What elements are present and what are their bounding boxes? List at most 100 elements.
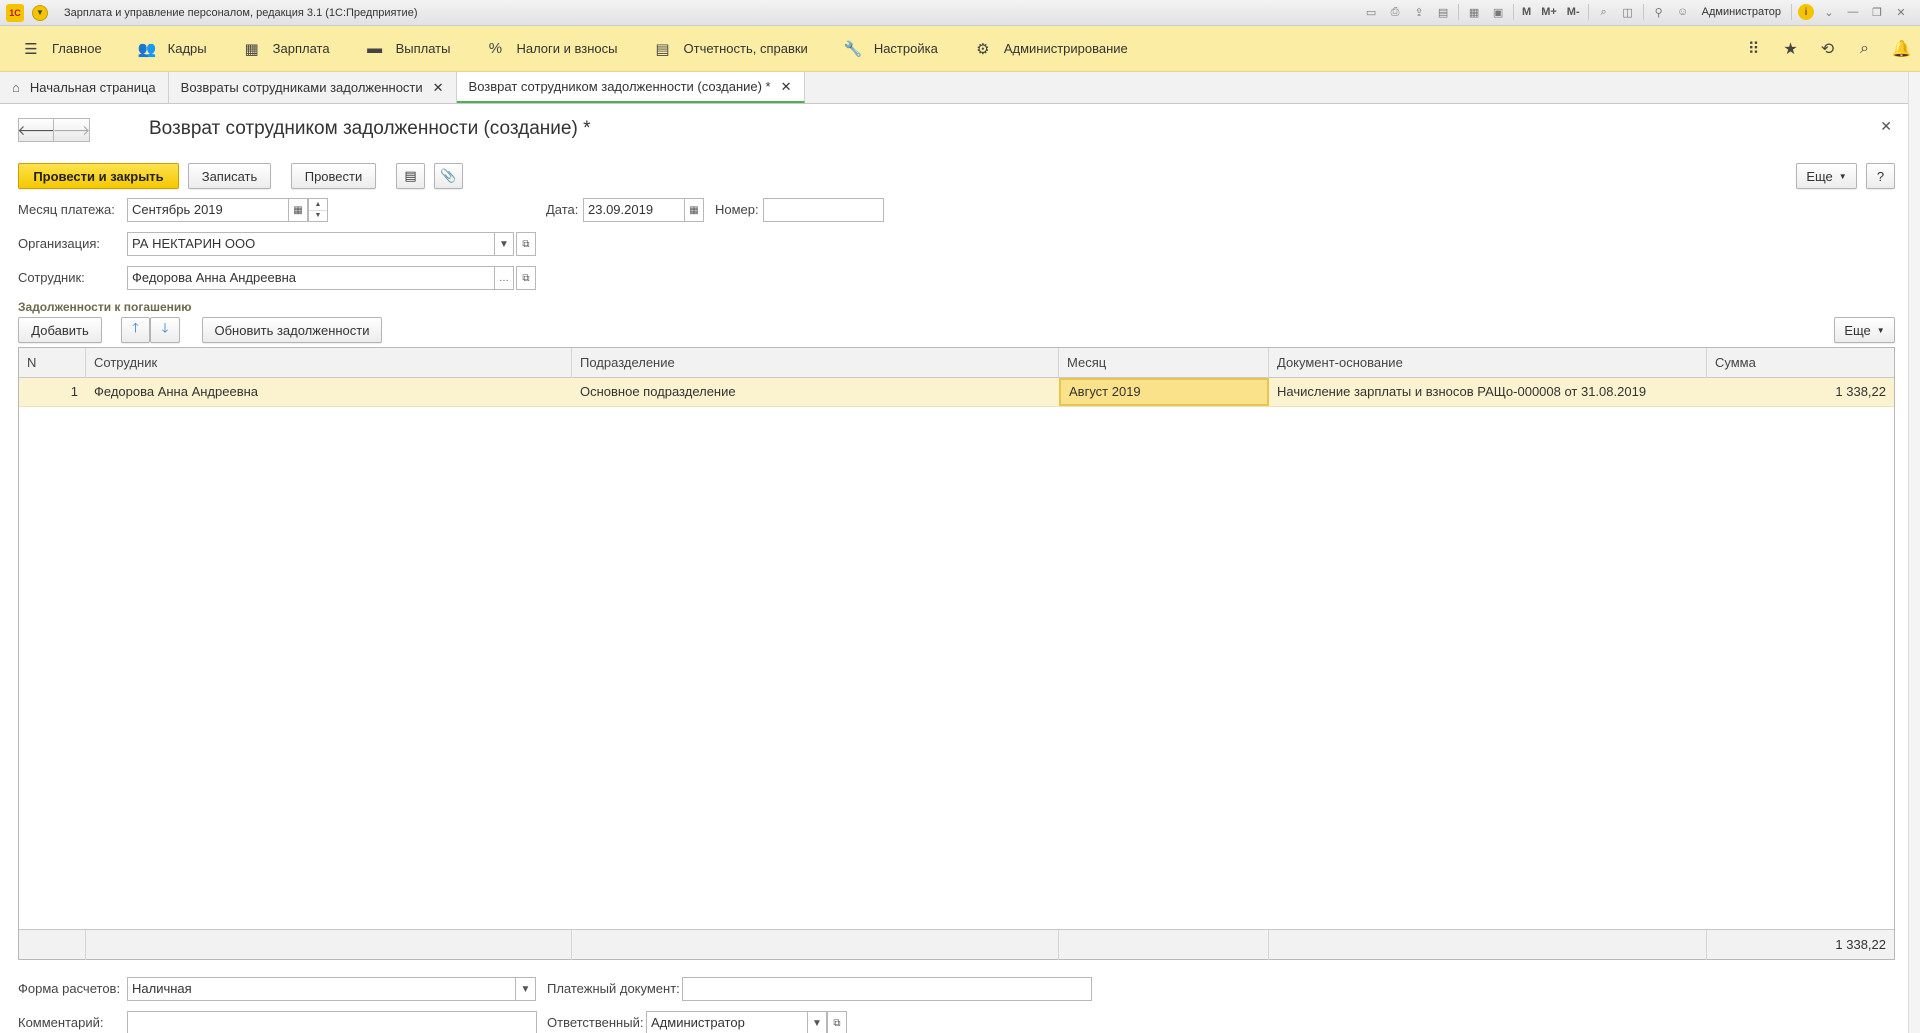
section-label: Отчетность, справки bbox=[683, 41, 808, 56]
organization-field[interactable]: РА НЕКТАРИН ООО bbox=[127, 232, 495, 256]
document-icon[interactable]: ▤ bbox=[1434, 3, 1452, 21]
current-user[interactable]: Администратор bbox=[1702, 6, 1781, 18]
settings-icon[interactable]: ⚲ bbox=[1650, 3, 1668, 21]
close-icon[interactable]: ✕ bbox=[433, 80, 444, 96]
cell-month[interactable]: Август 2019 bbox=[1059, 378, 1269, 406]
spin-down-icon[interactable]: ▼ bbox=[309, 209, 327, 222]
section-salary[interactable]: ▦ Зарплата bbox=[223, 26, 346, 72]
payment-month-field[interactable]: Сентябрь 2019 bbox=[127, 198, 289, 222]
section-label: Выплаты bbox=[395, 41, 451, 56]
tab-debt-returns-list[interactable]: Возвраты сотрудниками задолженности ✕ bbox=[168, 72, 457, 103]
move-down-button[interactable]: 🡓 bbox=[150, 317, 180, 343]
move-up-button[interactable]: 🡑 bbox=[121, 317, 150, 343]
table-row[interactable]: 1 Федорова Анна Андреевна Основное подра… bbox=[19, 378, 1894, 407]
column-header-document[interactable]: Документ-основание bbox=[1269, 348, 1707, 378]
section-hr[interactable]: 👥 Кадры bbox=[118, 26, 223, 72]
info-icon[interactable]: i bbox=[1798, 4, 1814, 20]
zoom-icon[interactable]: ⌕ bbox=[1595, 3, 1613, 21]
table-more-button[interactable]: Еще ▼ bbox=[1834, 317, 1895, 343]
history-icon[interactable]: ⟲ bbox=[1809, 26, 1846, 72]
organization-dropdown-button[interactable]: ▼ bbox=[494, 232, 514, 256]
notifications-icon[interactable]: 🔔 bbox=[1883, 26, 1920, 72]
payment-form-field[interactable]: Наличная bbox=[127, 977, 516, 1001]
column-header-employee[interactable]: Сотрудник bbox=[86, 348, 572, 378]
attach-button[interactable]: 📎 bbox=[434, 163, 463, 189]
back-button[interactable]: 🡐 bbox=[17, 118, 55, 142]
organization-open-button[interactable]: ⧉ bbox=[516, 232, 536, 256]
number-field[interactable] bbox=[763, 198, 884, 222]
vertical-scrollbar[interactable] bbox=[1908, 72, 1920, 1033]
favorites-icon[interactable]: ★ bbox=[1772, 26, 1809, 72]
refresh-debts-button[interactable]: Обновить задолженности bbox=[202, 317, 382, 343]
reports-icon: ▤ bbox=[655, 40, 670, 58]
main-menu-button[interactable]: ▼ bbox=[32, 4, 48, 21]
payment-form-dropdown-button[interactable]: ▼ bbox=[515, 977, 536, 1001]
close-icon[interactable]: ✕ bbox=[781, 79, 792, 95]
section-settings[interactable]: 🔧 Настройка bbox=[824, 26, 954, 72]
section-main[interactable]: ☰ Главное bbox=[0, 26, 118, 72]
spin-up-icon[interactable]: ▲ bbox=[309, 199, 327, 210]
column-header-n[interactable]: N bbox=[19, 348, 86, 378]
month-spinner[interactable]: ▲ ▼ bbox=[308, 198, 328, 222]
chevron-down-icon[interactable]: ⌄ bbox=[1820, 3, 1838, 21]
post-and-close-button[interactable]: Провести и закрыть bbox=[18, 163, 179, 189]
calendar-icon[interactable]: ▣ bbox=[1489, 3, 1507, 21]
footer-total: 1 338,22 bbox=[1835, 937, 1886, 952]
more-button[interactable]: Еще ▼ bbox=[1796, 163, 1857, 189]
help-button[interactable]: ? bbox=[1866, 163, 1895, 189]
all-functions-icon[interactable]: ⠿ bbox=[1735, 26, 1772, 72]
employee-field[interactable]: Федорова Анна Андреевна bbox=[127, 266, 495, 290]
post-button[interactable]: Провести bbox=[291, 163, 376, 189]
calendar-picker-button[interactable]: ▦ bbox=[288, 198, 308, 222]
user-icon: ☺ bbox=[1677, 6, 1689, 18]
save-icon[interactable]: ▭ bbox=[1362, 3, 1380, 21]
minimize-icon[interactable]: — bbox=[1844, 3, 1862, 21]
app-logo: 1С bbox=[6, 3, 24, 22]
spreadsheet-icon[interactable]: ▦ bbox=[1465, 3, 1483, 21]
responsible-field[interactable]: Администратор bbox=[646, 1011, 808, 1033]
memory-plus-button[interactable]: M+ bbox=[1539, 3, 1559, 21]
close-form-icon[interactable]: ✕ bbox=[1880, 118, 1892, 135]
column-header-department[interactable]: Подразделение bbox=[572, 348, 1059, 378]
memory-button[interactable]: M bbox=[1520, 3, 1533, 21]
column-header-sum[interactable]: Сумма bbox=[1707, 348, 1894, 378]
tab-home[interactable]: ⌂ Начальная страница bbox=[0, 72, 169, 103]
cell-document[interactable]: Начисление зарплаты и взносов РАЩо-00000… bbox=[1269, 378, 1707, 406]
close-icon[interactable]: ✕ bbox=[1892, 3, 1910, 21]
upload-icon[interactable]: ⇪ bbox=[1410, 3, 1428, 21]
memory-minus-button[interactable]: M- bbox=[1565, 3, 1582, 21]
print-icon[interactable]: ⎙ bbox=[1386, 3, 1404, 21]
cell-department[interactable]: Основное подразделение bbox=[572, 378, 1059, 406]
window-title: Зарплата и управление персоналом, редакц… bbox=[64, 6, 418, 19]
responsible-open-button[interactable]: ⧉ bbox=[827, 1011, 847, 1033]
debts-table[interactable]: N Сотрудник Подразделение Месяц Документ… bbox=[18, 347, 1895, 960]
section-admin[interactable]: ⚙ Администрирование bbox=[954, 26, 1144, 72]
cell-sum[interactable]: 1 338,22 bbox=[1707, 378, 1894, 406]
column-header-month[interactable]: Месяц bbox=[1059, 348, 1269, 378]
payment-document-field[interactable] bbox=[682, 977, 1092, 1001]
tab-debt-return-create[interactable]: Возврат сотрудником задолженности (созда… bbox=[456, 72, 805, 103]
section-label: Кадры bbox=[167, 41, 207, 56]
section-taxes[interactable]: % Налоги и взносы bbox=[466, 26, 633, 72]
cell-employee[interactable]: Федорова Анна Андреевна bbox=[86, 378, 572, 406]
wrench-icon: 🔧 bbox=[843, 40, 863, 58]
comment-label: Комментарий: bbox=[18, 1015, 104, 1030]
date-field[interactable]: 23.09.2019 bbox=[583, 198, 686, 222]
section-reports[interactable]: ▤ Отчетность, справки bbox=[634, 26, 824, 72]
date-picker-button[interactable]: ▦ bbox=[684, 198, 704, 222]
comment-field[interactable] bbox=[127, 1011, 537, 1033]
section-payments[interactable]: ▬ Выплаты bbox=[346, 26, 467, 72]
employee-open-button[interactable]: ⧉ bbox=[516, 266, 536, 290]
report-button[interactable]: ▤ bbox=[396, 163, 425, 189]
save-button[interactable]: Записать bbox=[188, 163, 271, 189]
calculator-icon: ▦ bbox=[244, 40, 259, 58]
cell-n[interactable]: 1 bbox=[19, 378, 86, 406]
employee-select-button[interactable]: … bbox=[494, 266, 514, 290]
restore-icon[interactable]: ❐ bbox=[1868, 3, 1886, 21]
responsible-dropdown-button[interactable]: ▼ bbox=[807, 1011, 827, 1033]
search-icon[interactable]: ⌕ bbox=[1846, 26, 1883, 72]
forward-button[interactable]: 🡒 bbox=[53, 118, 90, 142]
panels-icon[interactable]: ◫ bbox=[1619, 3, 1637, 21]
responsible-label: Ответственный: bbox=[547, 1015, 644, 1030]
add-row-button[interactable]: Добавить bbox=[18, 317, 102, 343]
